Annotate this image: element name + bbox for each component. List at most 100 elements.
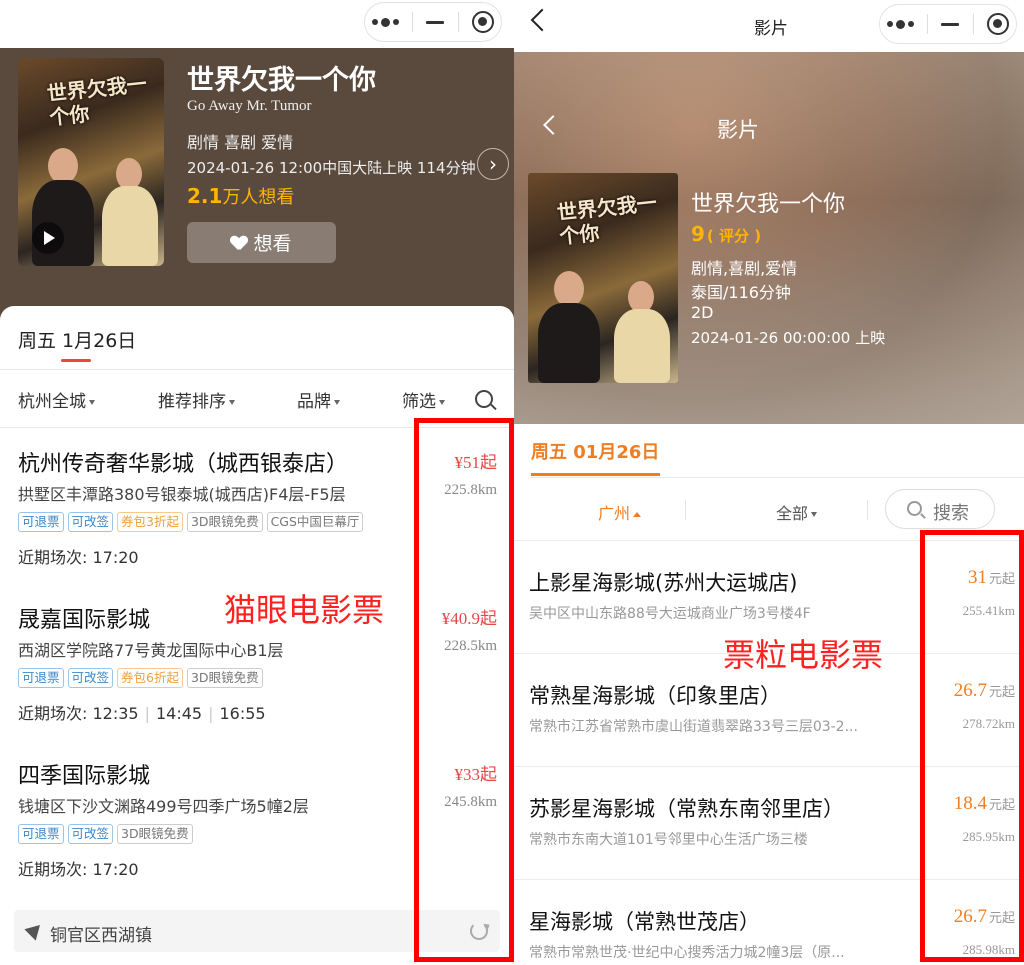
heart-icon <box>231 236 247 250</box>
cinema-name: 星海影城（常熟世茂店） <box>529 910 760 934</box>
filter-more-label: 筛选 <box>402 392 436 412</box>
city-filter-label: 广州 <box>598 504 631 523</box>
date-tab[interactable]: 周五 1月26日 <box>18 326 136 353</box>
showtime: 12:35 <box>92 704 139 723</box>
movie-poster[interactable]: 世界欠我一个你 <box>528 173 678 383</box>
close-miniprogram-icon[interactable] <box>472 11 495 33</box>
tag-refundable: 可退票 <box>18 824 64 844</box>
movie-detail-chevron-icon[interactable]: › <box>477 148 509 180</box>
filter-divider <box>867 500 868 520</box>
filter-more[interactable]: 筛选 <box>402 387 445 412</box>
filter-divider <box>685 500 686 520</box>
movie-header: 影片 世界欠我一个你 世界欠我一个你 9( 评分 ) 剧情,喜剧,爱情 泰国/1… <box>514 52 1024 424</box>
poster-figure <box>614 309 670 383</box>
capsule-divider <box>927 14 929 34</box>
maoyan-panel: 世界欠我一个你 世界欠我一个你 Go Away Mr. Tumor 剧情 喜剧 … <box>0 0 514 965</box>
back-icon[interactable] <box>530 8 554 32</box>
chevron-up-icon <box>633 512 642 517</box>
movie-country-duration: 泰国/116分钟 <box>691 283 791 302</box>
filter-sort-label: 推荐排序 <box>158 392 226 412</box>
date-tab[interactable]: 周五 01月26日 <box>531 438 659 464</box>
search-icon[interactable] <box>475 390 493 408</box>
back-icon[interactable] <box>543 115 563 135</box>
miniprogram-capsule[interactable] <box>879 4 1017 44</box>
top-bar: 影片 <box>514 0 1024 52</box>
movie-score: 9( 评分 ) <box>691 222 761 246</box>
showtimes-label: 近期场次: <box>18 548 88 567</box>
search-label: 搜索 <box>933 503 969 524</box>
date-tab-indicator <box>61 359 91 362</box>
want-count-number: 2.1 <box>187 184 223 208</box>
capsule-divider <box>457 12 459 32</box>
separator: | <box>208 704 214 723</box>
movie-release-info: 2024-01-26 00:00:00 上映 <box>691 329 886 347</box>
filter-sort[interactable]: 推荐排序 <box>158 387 235 412</box>
current-location: 铜官区西湖镇 <box>50 926 152 946</box>
cinema-name: 晟嘉国际影城 <box>18 608 151 633</box>
poster-title: 世界欠我一个你 <box>45 71 148 130</box>
play-trailer-icon[interactable] <box>32 222 64 254</box>
want-count-suffix: 万人想看 <box>222 187 295 208</box>
movie-genres: 剧情 喜剧 爱情 <box>187 133 294 152</box>
tag-refundable: 可退票 <box>18 512 64 532</box>
tag-refundable: 可退票 <box>18 668 64 688</box>
poster-title: 世界欠我一个你 <box>555 190 658 249</box>
minimize-icon[interactable] <box>941 22 960 26</box>
more-icon[interactable] <box>886 19 914 29</box>
nav-title: 影片 <box>754 19 788 39</box>
chevron-down-icon <box>229 399 235 405</box>
district-filter[interactable]: 全部 <box>776 500 818 524</box>
miniprogram-capsule[interactable] <box>364 2 502 42</box>
chevron-down-icon <box>334 399 340 405</box>
cinema-address: 常熟市东南大道101号邻里中心生活广场三楼 <box>529 832 808 848</box>
search-button[interactable]: 搜索 <box>885 489 995 529</box>
cinema-address: 常熟市江苏省常熟市虞山街道翡翠路33号三层03-2... <box>529 719 858 735</box>
price-highlight-box <box>414 418 514 962</box>
cinema-tags: 可退票 可改签 3D眼镜免费 <box>18 824 193 844</box>
filter-area[interactable]: 杭州全城 <box>18 387 95 412</box>
district-filter-label: 全部 <box>776 504 809 523</box>
want-to-see-button[interactable]: 想看 <box>187 222 336 263</box>
tag-3d-glasses: 3D眼镜免费 <box>186 512 263 532</box>
capsule-divider <box>412 12 414 32</box>
movie-poster[interactable]: 世界欠我一个你 <box>18 58 164 266</box>
poster-figure <box>538 303 600 383</box>
cinema-tags: 可退票 可改签 券包3折起 3D眼镜免费 CGS中国巨幕厅 <box>18 512 364 532</box>
location-arrow-icon <box>24 919 46 941</box>
top-bar <box>0 0 514 48</box>
movie-format: 2D <box>691 303 714 322</box>
chevron-down-icon <box>89 399 95 405</box>
annotation-piaoli: 票粒电影票 <box>723 636 884 674</box>
cinema-showtimes: 近期场次: 17:20 <box>18 544 139 568</box>
movie-release-info: 2024-01-26 12:00中国大陆上映 114分钟 <box>187 159 476 177</box>
score-label: ( 评分 ) <box>706 227 762 245</box>
showtime: 17:20 <box>92 860 139 879</box>
filter-brand[interactable]: 品牌 <box>297 387 340 412</box>
cinema-address: 吴中区中山东路88号大运城商业广场3号楼4F <box>529 606 811 622</box>
poster-figure <box>554 271 584 307</box>
poster-figure <box>48 148 78 184</box>
cinema-name: 苏影星海影城（常熟东南邻里店） <box>529 797 844 821</box>
date-tab-indicator <box>531 473 660 476</box>
more-icon[interactable] <box>371 17 399 27</box>
want-count: 2.1万人想看 <box>187 183 294 209</box>
filter-brand-label: 品牌 <box>297 392 331 412</box>
minimize-icon[interactable] <box>426 20 445 24</box>
divider <box>531 477 1024 478</box>
cinema-address: 常熟市常熟世茂·世纪中心搜秀活力城2幢3层（原... <box>529 945 845 961</box>
movie-english-title: Go Away Mr. Tumor <box>187 98 312 114</box>
want-to-see-label: 想看 <box>253 233 292 255</box>
cinema-name: 上影星海影城(苏州大运城店) <box>529 571 798 595</box>
separator: | <box>144 704 150 723</box>
search-icon <box>907 501 922 516</box>
cinema-showtimes: 近期场次: 12:35 | 14:45 | 16:55 <box>18 700 266 724</box>
tag-coupon: 券包6折起 <box>117 668 183 688</box>
city-filter[interactable]: 广州 <box>598 500 642 524</box>
showtime: 14:45 <box>156 704 203 723</box>
movie-title: 世界欠我一个你 <box>187 65 376 96</box>
tag-imax: CGS中国巨幕厅 <box>266 512 364 532</box>
close-miniprogram-icon[interactable] <box>987 13 1010 35</box>
showtime: 16:55 <box>219 704 266 723</box>
showtimes-label: 近期场次: <box>18 860 88 879</box>
capsule-divider <box>972 14 974 34</box>
